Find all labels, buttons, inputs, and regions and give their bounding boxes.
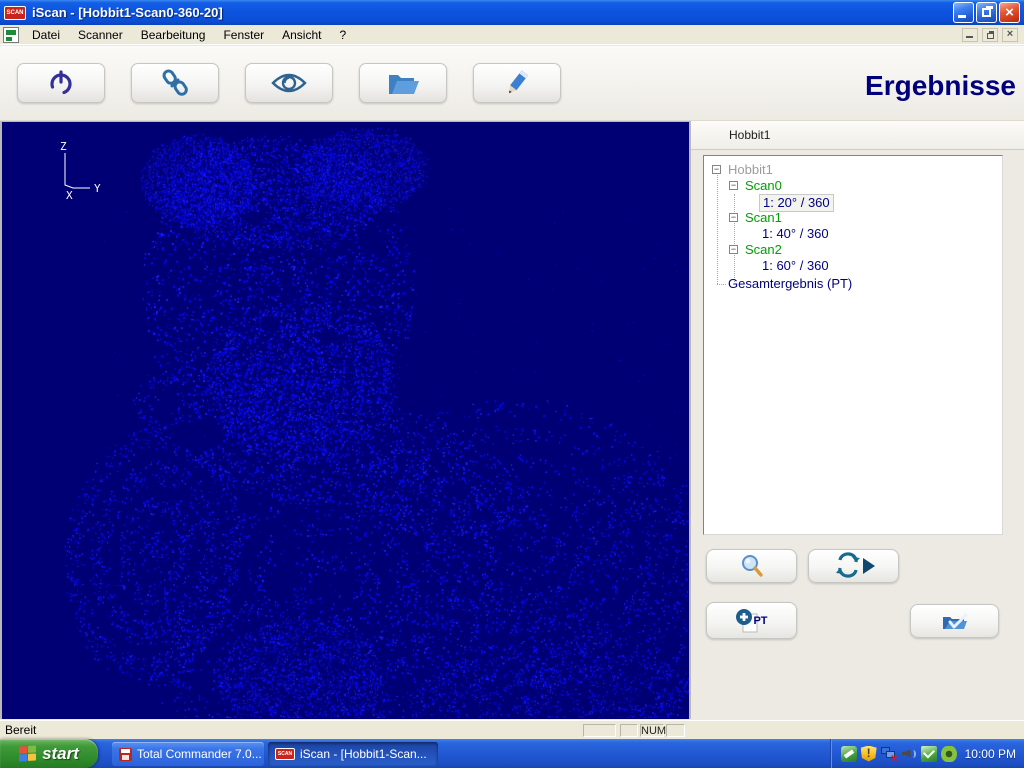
num-lock-indicator: NUM [640,724,667,737]
pt-label: PT [753,614,768,627]
replay-icon [835,552,875,578]
menu-help[interactable]: ? [330,26,355,44]
add-pt-button[interactable]: PT [706,602,797,639]
power-button[interactable] [17,63,105,103]
svg-text:X: X [66,189,73,202]
toolbar: Ergebnisse [0,46,1024,121]
open-folder-icon [389,75,419,94]
minimize-button[interactable] [953,2,974,23]
edit-pencil-icon [508,70,529,94]
network-offline-icon[interactable]: × [880,746,898,765]
results-header: Hobbit1 [691,121,1024,150]
shared-folder-icon[interactable] [840,745,857,762]
expander-icon[interactable]: − [712,165,721,174]
iscan-icon: SCAN [275,748,295,760]
task-total-commander[interactable]: Total Commander 7.0... [112,742,264,766]
search-icon [741,555,763,577]
menu-bearbeitung[interactable]: Bearbeitung [132,26,215,44]
nvidia-icon[interactable] [940,745,957,762]
desktop: SCAN iScan - [Hobbit1-Scan0-360-20] × Da… [0,0,1024,768]
menu-fenster[interactable]: Fenster [214,26,273,44]
page-title: Ergebnisse [865,70,1016,101]
status-text: Bereit [5,723,37,737]
expander-icon[interactable]: − [729,213,738,222]
windows-logo-icon [19,744,37,762]
edit-button[interactable] [473,63,561,103]
mdi-minimize-button[interactable] [962,27,978,42]
close-button[interactable]: × [999,2,1020,23]
menu-datei[interactable]: Datei [23,26,69,44]
restore-button[interactable] [976,2,997,23]
svg-text:Z: Z [60,140,67,153]
taskbar: start Total Commander 7.0... SCAN iScan … [0,739,1024,768]
connect-button[interactable] [131,63,219,103]
vm-tools-icon[interactable] [920,745,937,762]
open-button[interactable] [359,63,447,103]
replay-button[interactable] [808,549,899,583]
power-icon [50,70,72,95]
app-logo-icon: SCAN [4,5,26,20]
security-shield-icon[interactable] [860,745,877,762]
results-panel: Hobbit1 − Hobbit1 − Scan0 1: 20° / 360 −… [691,121,1024,720]
mdi-close-button[interactable]: × [1002,27,1018,42]
connect-icon [162,69,188,96]
system-tray: × 10:00 PM [829,739,1024,768]
taskbar-clock[interactable]: 10:00 PM [965,747,1016,761]
svg-text:Y: Y [94,182,101,195]
menu-ansicht[interactable]: Ansicht [273,26,330,44]
accept-button[interactable] [910,604,999,638]
mdi-restore-button[interactable] [982,27,998,42]
task-iscan[interactable]: SCAN iScan - [Hobbit1-Scan... [268,742,438,766]
window-title: iScan - [Hobbit1-Scan0-360-20] [32,5,223,20]
menu-bar: Datei Scanner Bearbeitung Fenster Ansich… [0,25,1024,45]
scan-tree[interactable]: − Hobbit1 − Scan0 1: 20° / 360 − Scan1 1… [703,155,1003,535]
accept-icon [942,613,967,629]
status-bar: Bereit NUM [0,720,1024,739]
total-commander-icon [119,747,132,761]
scan-3d-viewport[interactable]: Z X Y [0,121,691,719]
view-icon [271,73,307,93]
start-button[interactable]: start [0,739,98,768]
search-button[interactable] [706,549,797,583]
expander-icon[interactable]: − [729,245,738,254]
point-cloud[interactable] [2,122,689,718]
expander-icon[interactable]: − [729,181,738,190]
title-bar: SCAN iScan - [Hobbit1-Scan0-360-20] × [0,0,1024,25]
view-button[interactable] [245,63,333,103]
menu-scanner[interactable]: Scanner [69,26,132,44]
document-icon[interactable] [3,26,19,43]
axis-triad: Z X Y [60,140,101,202]
volume-icon[interactable] [901,746,917,762]
